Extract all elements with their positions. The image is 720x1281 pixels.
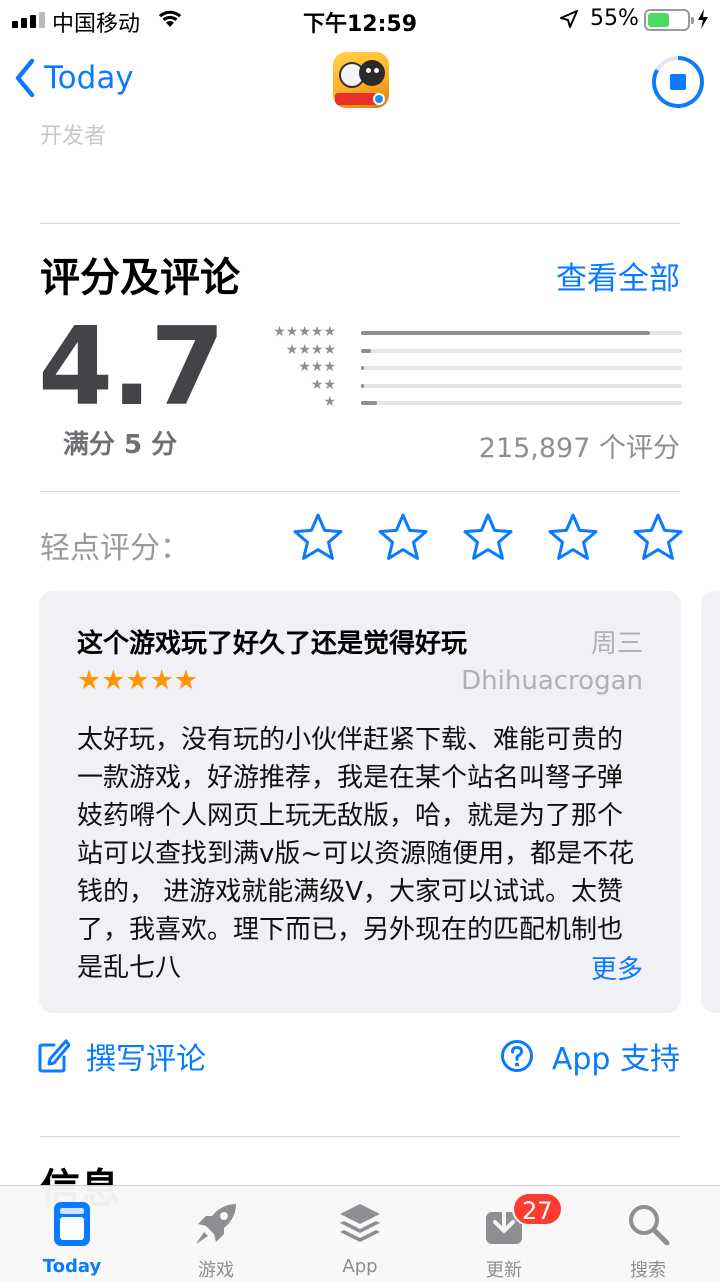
review-author: Dhihuacrogan: [461, 666, 643, 696]
review-stars-icon: ★★★★★: [77, 665, 199, 696]
histogram-bar: [361, 383, 364, 388]
cellular-signal-icon: [12, 12, 45, 28]
ratings-section-title: 评分及评论: [40, 255, 240, 301]
battery-fill: [648, 13, 669, 27]
stop-download-icon: [670, 74, 686, 90]
tab-label: 更新: [486, 1260, 522, 1281]
review-star-rating: ★★★★★: [77, 667, 198, 695]
histogram-track: [361, 366, 682, 371]
next-review-card[interactable]: [701, 591, 720, 1013]
tab-apps[interactable]: App: [288, 1186, 432, 1281]
search-icon: [629, 1205, 670, 1246]
tab-bar: Today 游戏 App 更新 搜索 27: [0, 1185, 720, 1281]
histogram-row-1-star: ★: [250, 394, 682, 412]
histogram-row-3-star: ★★★: [250, 359, 682, 377]
rate-star-2-icon[interactable]: [377, 512, 429, 564]
review-date: 周三: [590, 629, 643, 659]
histogram-row-5-star: ★★★★★: [250, 324, 682, 342]
battery-icon: [644, 9, 694, 31]
rate-star-5-icon[interactable]: [632, 512, 684, 564]
carrier-name: 中国移动: [52, 12, 141, 37]
tab-label: 搜索: [630, 1260, 666, 1281]
app-icon-eye: [366, 68, 371, 73]
status-bar: 中国移动 下午12:59 55%: [0, 0, 720, 40]
app-icon-logo-tag: [335, 93, 377, 105]
review-card[interactable]: 这个游戏玩了好久了还是觉得好玩 周三 ★★★★★ Dhihuacrogan 太好…: [39, 591, 681, 1013]
faded-developer-label: 开发者: [40, 124, 107, 149]
out-of-label: 满分 5 分: [62, 430, 178, 460]
back-label: Today: [44, 60, 134, 96]
histogram-bar: [361, 331, 650, 335]
histogram-track: [361, 331, 682, 335]
app-icon-corner-badge: [373, 93, 385, 105]
location-arrow-icon: [560, 10, 578, 28]
tab-label: App: [342, 1256, 378, 1277]
rocket-icon: [196, 1204, 236, 1244]
question-circle-icon: [500, 1040, 533, 1072]
app-icon-eye: [374, 68, 379, 73]
app-support-label: App 支持: [551, 1042, 680, 1077]
updates-count-badge: 27: [512, 1192, 563, 1226]
rate-star-3-icon[interactable]: [462, 512, 514, 564]
charging-bolt-icon: [698, 9, 708, 29]
app-icon-black-ball: [359, 60, 385, 86]
section-divider: [40, 1136, 680, 1137]
layers-icon: [340, 1204, 380, 1242]
histogram-star-label: ★★★: [298, 359, 336, 376]
histogram-track: [361, 401, 682, 406]
compose-icon: [38, 1039, 70, 1073]
histogram-track: [361, 348, 682, 353]
tab-today[interactable]: Today: [0, 1186, 144, 1281]
average-rating: 4.7: [38, 305, 225, 430]
histogram-row-4-star: ★★★★: [250, 342, 682, 360]
tap-to-rate-label: 轻点评分：: [40, 531, 190, 566]
histogram-track: [361, 383, 682, 388]
section-divider: [40, 491, 680, 492]
write-review-button[interactable]: 撰写评论: [38, 1034, 206, 1078]
wifi-icon: [158, 10, 182, 27]
rate-star-1-icon[interactable]: [292, 512, 344, 564]
tap-to-rate-stars: [292, 512, 684, 564]
battery-percent: 55%: [590, 6, 639, 31]
game-app-icon[interactable]: [333, 52, 389, 108]
histogram-row-2-star: ★★: [250, 377, 682, 395]
histogram-star-label: ★★: [310, 376, 336, 393]
app-support-button[interactable]: App 支持: [500, 1034, 680, 1078]
back-button[interactable]: Today: [14, 58, 134, 98]
rating-histogram: ★★★★★ ★★★★ ★★★ ★★ ★: [250, 324, 682, 412]
rating-count: 215,897 个评分: [478, 433, 680, 464]
histogram-bar: [361, 401, 378, 406]
histogram-star-label: ★★★★: [285, 341, 336, 358]
chevron-left-icon: [15, 58, 35, 98]
review-more-link[interactable]: 更多: [572, 949, 643, 986]
rate-star-4-icon[interactable]: [547, 512, 599, 564]
histogram-star-label: ★★★★★: [273, 324, 336, 340]
tab-games[interactable]: 游戏: [144, 1186, 288, 1281]
tab-label: Today: [42, 1256, 102, 1277]
histogram-star-label: ★: [323, 394, 336, 411]
today-icon: [54, 1202, 90, 1246]
histogram-bar: [361, 366, 365, 371]
write-review-label: 撰写评论: [86, 1042, 206, 1077]
section-divider: [40, 223, 680, 224]
review-body: 太好玩，没有玩的小伙伴赶紧下载、难能可贵的一款游戏，好游推荐，我是在某个站名叫弩…: [77, 725, 635, 983]
review-title: 这个游戏玩了好久了还是觉得好玩: [77, 629, 468, 659]
tab-label: 游戏: [198, 1260, 234, 1281]
download-progress-button[interactable]: [651, 55, 705, 109]
tab-search[interactable]: 搜索: [576, 1186, 720, 1281]
histogram-bar: [361, 348, 371, 353]
see-all-link[interactable]: 查看全部: [556, 253, 680, 298]
